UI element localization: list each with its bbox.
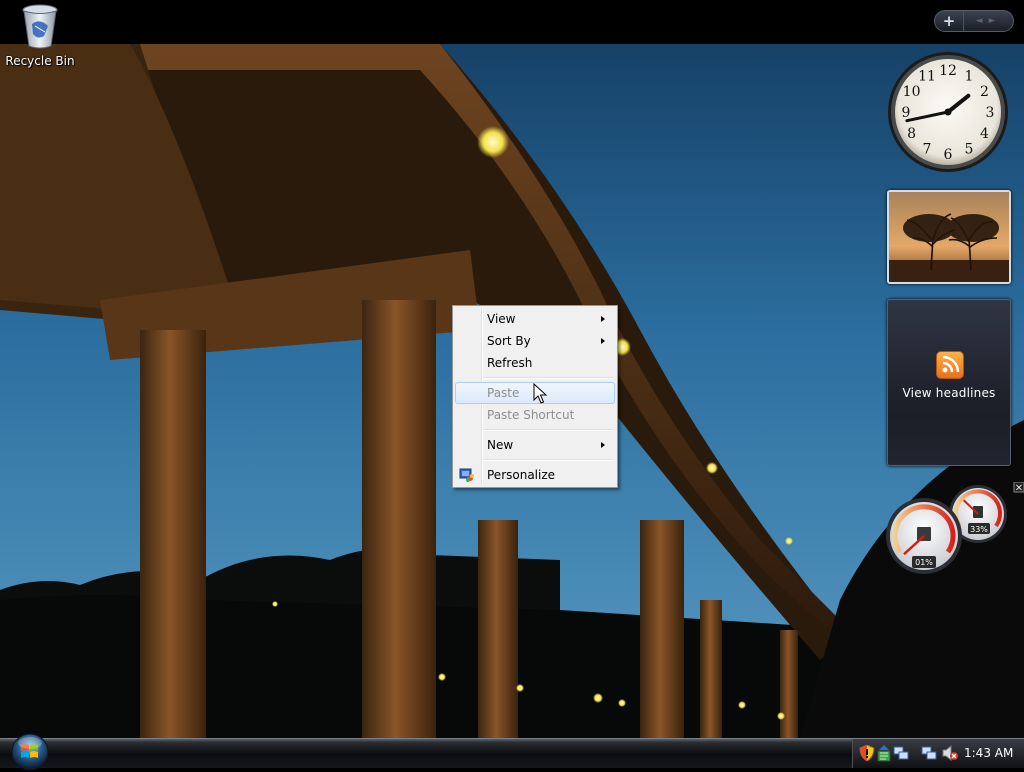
personalize-icon	[459, 468, 474, 482]
clock-numeral: 5	[965, 141, 974, 157]
menu-item-label: Paste	[487, 386, 520, 400]
menu-item-refresh[interactable]: Refresh	[455, 352, 615, 374]
mouse-cursor-icon	[533, 383, 548, 404]
clock-numeral: 2	[980, 84, 989, 100]
menu-item-label: Paste Shortcut	[487, 408, 575, 422]
submenu-arrow-icon	[601, 442, 605, 448]
menu-item-paste-shortcut[interactable]: Paste Shortcut	[455, 404, 615, 426]
menu-item-view[interactable]: View	[455, 308, 615, 330]
clock-numeral: 9	[902, 105, 911, 121]
clock-numeral: 3	[986, 105, 995, 121]
add-gadget-button[interactable]: +	[935, 11, 964, 31]
start-button[interactable]	[8, 732, 52, 772]
recycle-bin-icon	[22, 4, 58, 49]
clock-numeral: 6	[944, 147, 953, 163]
clock-gadget[interactable]: 12 12 3 45678 9 1011	[886, 50, 1010, 174]
clock-numeral: 10	[903, 84, 921, 100]
memory-usage-label: 33%	[970, 525, 988, 534]
slideshow-gadget[interactable]	[887, 190, 1011, 284]
view-headlines-link[interactable]: View headlines	[888, 386, 1010, 400]
network-icon[interactable]	[893, 744, 909, 762]
desktop-icon-recycle-bin[interactable]: Recycle Bin	[4, 2, 76, 68]
clock-numeral: 7	[923, 141, 932, 157]
clock-numeral: 11	[918, 69, 936, 85]
menu-separator	[483, 377, 613, 379]
feed-headlines-gadget[interactable]: View headlines	[887, 299, 1011, 466]
submenu-arrow-icon	[601, 338, 605, 344]
desktop-icon-label: Recycle Bin	[5, 54, 75, 68]
gadget-next-button[interactable]: ►	[989, 16, 1002, 26]
clock-numeral: 1	[965, 69, 974, 85]
menu-item-sort-by[interactable]: Sort By	[455, 330, 615, 352]
menu-item-personalize[interactable]: Personalize	[455, 464, 615, 486]
menu-item-label: Refresh	[487, 356, 533, 370]
rss-icon	[936, 351, 964, 379]
menu-item-label: New	[487, 438, 514, 452]
cpu-meter-gadget[interactable]: 33% 01% ×	[884, 482, 1024, 578]
menu-item-label: Sort By	[487, 334, 531, 348]
menu-item-label: View	[487, 312, 516, 326]
clock-numeral: 8	[907, 126, 916, 142]
menu-separator	[483, 459, 613, 461]
taskbar-clock[interactable]: 1:43 AM	[964, 739, 1013, 767]
sidebar-controls: + ◄►	[934, 10, 1014, 32]
taskbar: 1:43 AM	[0, 733, 1024, 771]
menu-item-new[interactable]: New	[455, 434, 615, 456]
network-icon[interactable]	[921, 744, 937, 762]
clock-numeral: 12	[939, 63, 957, 79]
menu-separator	[483, 429, 613, 431]
menu-item-label: Personalize	[487, 468, 556, 482]
submenu-arrow-icon	[601, 316, 605, 322]
slideshow-image	[889, 192, 1009, 282]
security-shield-icon[interactable]	[859, 744, 875, 762]
gadget-nav-arrows[interactable]: ◄►	[964, 16, 1013, 26]
gadget-close-icon[interactable]: ×	[1015, 483, 1023, 494]
clock-numeral: 4	[980, 126, 989, 142]
volume-muted-icon[interactable]	[941, 744, 959, 762]
windows-update-icon[interactable]	[877, 744, 891, 762]
cpu-usage-label: 01%	[915, 558, 933, 567]
gadget-prev-button[interactable]: ◄	[976, 16, 989, 26]
